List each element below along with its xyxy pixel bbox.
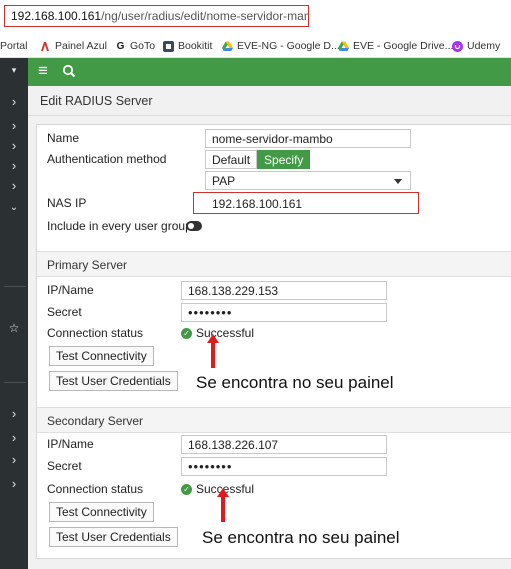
url-host: 192.168.100.161 [11, 9, 102, 23]
auth-protocol-select[interactable]: PAP [205, 171, 411, 190]
secondary-server-title: Secondary Server [47, 414, 144, 428]
secondary-status-label: Connection status [47, 482, 144, 496]
include-user-group-label: Include in every user group [47, 219, 192, 233]
bookmark-label: Portal [0, 40, 28, 52]
include-user-group-toggle[interactable] [186, 221, 202, 231]
nas-ip-label: NAS IP [47, 196, 87, 210]
favorites-star-icon[interactable]: ☆ [0, 318, 28, 338]
radius-form-card: Name nome-servidor-mambo Authentication … [36, 124, 511, 559]
google-drive-icon [338, 41, 349, 52]
secondary-secret-field[interactable]: •••••••• [181, 457, 387, 476]
primary-status-label: Connection status [47, 326, 144, 340]
name-field[interactable]: nome-servidor-mambo [205, 129, 411, 148]
bookmark-label: GoTo [130, 40, 156, 52]
hamburger-menu-icon[interactable]: ≡ [38, 62, 48, 80]
secondary-server-header: Secondary Server [37, 407, 511, 433]
bookmark-udemy[interactable]: Udemy [452, 40, 500, 52]
sidebar-expand-chevron-icon[interactable]: › [0, 474, 28, 494]
collapse-caret-icon[interactable]: ▾ [0, 60, 28, 80]
bookitit-icon [163, 40, 174, 52]
secondary-annotation-text: Se encontra no seu painel [202, 528, 400, 547]
bookmarks-bar: Portal Painel Azul G GoTo Bookitit EVE-N… [0, 36, 511, 58]
primary-test-connectivity-button[interactable]: Test Connectivity [49, 346, 154, 366]
top-nav-bar: ≡ [28, 58, 511, 86]
sidebar-expand-chevron-icon[interactable]: › [0, 404, 28, 424]
primary-secret-field[interactable]: •••••••• [181, 303, 387, 322]
bookmark-label: Bookitit [178, 40, 213, 52]
bookmark-label: EVE - Google Drive... [353, 40, 454, 52]
primary-server-title: Primary Server [47, 258, 128, 272]
primary-test-user-credentials-button[interactable]: Test User Credentials [49, 371, 178, 391]
sidebar-divider [4, 286, 26, 287]
primary-ip-label: IP/Name [47, 283, 94, 297]
udemy-icon [452, 40, 463, 52]
sidebar-expand-chevron-icon[interactable]: › [0, 450, 28, 470]
bookmark-label: Painel Azul [55, 40, 107, 52]
secondary-secret-label: Secret [47, 459, 82, 473]
success-check-icon: ✓ [181, 327, 192, 339]
bookmark-eve-drive[interactable]: EVE - Google Drive... [338, 40, 453, 52]
primary-server-header: Primary Server [37, 251, 511, 277]
sidebar-divider [4, 382, 26, 383]
main-content: Name nome-servidor-mambo Authentication … [28, 116, 511, 569]
goto-icon: G [116, 40, 125, 52]
sidebar-expand-chevron-icon[interactable]: › [0, 116, 28, 136]
sidebar-expand-chevron-icon[interactable]: › [0, 92, 28, 112]
secondary-ip-label: IP/Name [47, 437, 94, 451]
auth-method-toggle: Default Specify [205, 150, 311, 169]
google-drive-icon [222, 41, 233, 52]
bookmark-label: Udemy [467, 40, 501, 52]
secondary-ip-field[interactable]: 168.138.226.107 [181, 435, 387, 454]
search-icon[interactable] [62, 64, 76, 78]
page-title: Edit RADIUS Server [40, 94, 153, 108]
bookmark-eve-ng-drive[interactable]: EVE-NG - Google D... [222, 40, 340, 52]
sidebar-expand-chevron-icon[interactable]: › [0, 136, 28, 156]
name-label: Name [47, 131, 80, 145]
left-sidebar: ▾ › › › › › ⌄ ☆ › › › › [0, 58, 28, 569]
annotation-arrow-secondary [221, 496, 225, 522]
address-bar[interactable]: 192.168.100.161/ng/user/radius/edit/nome… [4, 5, 309, 27]
browser-url-bar: 192.168.100.161/ng/user/radius/edit/nome… [0, 0, 511, 36]
bookmark-painel-azul[interactable]: Painel Azul [40, 40, 107, 52]
sidebar-expand-chevron-icon[interactable]: › [0, 428, 28, 448]
auth-specify-option[interactable]: Specify [257, 150, 311, 169]
chevron-down-icon [394, 179, 402, 184]
sidebar-expanded-chevron-icon[interactable]: ⌄ [0, 198, 28, 218]
success-check-icon: ✓ [181, 483, 192, 495]
page-header: Edit RADIUS Server [28, 86, 511, 116]
auth-protocol-value: PAP [212, 174, 236, 188]
url-path: /ng/user/radius/edit/nome-servidor-mambo [101, 9, 309, 23]
bookmark-portal[interactable]: Portal [0, 40, 27, 52]
secondary-test-user-credentials-button[interactable]: Test User Credentials [49, 527, 178, 547]
nas-ip-field[interactable]: 192.168.100.161 [205, 194, 411, 213]
primary-annotation-text: Se encontra no seu painel [196, 373, 394, 392]
bookmark-goto[interactable]: G GoTo [115, 40, 156, 52]
secondary-test-connectivity-button[interactable]: Test Connectivity [49, 502, 154, 522]
auth-default-option[interactable]: Default [205, 150, 258, 169]
bookmark-label: EVE-NG - Google D... [237, 40, 340, 52]
sidebar-expand-chevron-icon[interactable]: › [0, 156, 28, 176]
primary-status-value: Successful [196, 326, 255, 340]
bookmark-bookitit[interactable]: Bookitit [163, 40, 212, 52]
auth-method-label: Authentication method [47, 152, 167, 166]
painel-azul-icon [40, 41, 51, 52]
primary-ip-field[interactable]: 168.138.229.153 [181, 281, 387, 300]
annotation-arrow-primary [211, 342, 215, 368]
primary-secret-label: Secret [47, 305, 82, 319]
sidebar-expand-chevron-icon[interactable]: › [0, 176, 28, 196]
toggle-knob [188, 223, 194, 229]
